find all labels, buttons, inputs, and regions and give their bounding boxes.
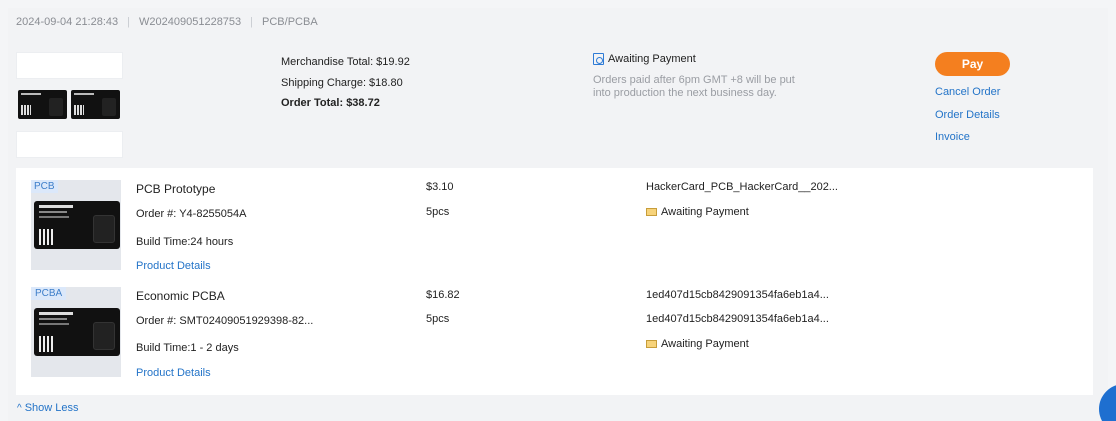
item-price: $3.10: [426, 181, 454, 193]
item-file-name: HackerCard_PCB_HackerCard__202...: [646, 181, 838, 193]
envelope-icon: [646, 208, 657, 216]
order-thumbnails[interactable]: [16, 52, 123, 158]
invoice-link[interactable]: Invoice: [935, 130, 1015, 144]
show-less-label: Show Less: [24, 402, 79, 414]
envelope-icon: [646, 340, 657, 348]
product-details-link[interactable]: Product Details: [136, 260, 211, 272]
order-status: Awaiting Payment Orders paid after 6pm G…: [593, 52, 798, 100]
pcb-thumbnail: [18, 90, 67, 119]
production-note: Orders paid after 6pm GMT +8 will be put…: [593, 74, 795, 99]
item-type-badge: PCBA: [31, 287, 67, 300]
item-file-name-secondary: 1ed407d15cb8429091354fa6eb1a4...: [646, 313, 829, 325]
item-status: Awaiting Payment: [646, 338, 749, 350]
item-order-number: Order #: Y4-8255054A: [136, 208, 247, 220]
order-number: W202409051228753: [139, 16, 242, 28]
order-header: 2024-09-04 21:28:43 | W202409051228753 |…: [16, 15, 318, 29]
item-status-label: Awaiting Payment: [661, 206, 749, 218]
item-build-time: Build Time:1 - 2 days: [136, 342, 239, 354]
shipping-charge: Shipping Charge: $18.80: [281, 76, 403, 89]
status-label: Awaiting Payment: [608, 53, 696, 65]
order-datetime: 2024-09-04 21:28:43: [16, 16, 119, 28]
cancel-order-link[interactable]: Cancel Order: [935, 85, 1015, 99]
item-thumbnail[interactable]: PCBA: [31, 287, 121, 377]
item-type-badge: PCB: [31, 180, 58, 193]
pcba-thumbnail: [71, 90, 120, 119]
item-price: $16.82: [426, 289, 460, 301]
item-quantity: 5pcs: [426, 206, 450, 218]
order-actions: Pay Cancel Order Order Details Invoice: [935, 52, 1015, 153]
awaiting-payment-icon: [593, 53, 604, 65]
order-details-link[interactable]: Order Details: [935, 108, 1015, 122]
order-items: PCB PCB Prototype Order #: Y4-8255054A B…: [16, 168, 1093, 395]
thumbnail-placeholder: [16, 131, 123, 158]
divider: |: [250, 16, 254, 28]
pcb-image: [34, 201, 120, 249]
pay-button[interactable]: Pay: [935, 52, 1010, 76]
pcba-image: [34, 308, 120, 356]
item-thumbnail[interactable]: PCB: [31, 180, 121, 270]
item-file-name: 1ed407d15cb8429091354fa6eb1a4...: [646, 289, 829, 301]
item-build-time: Build Time:24 hours: [136, 236, 234, 248]
item-status-label: Awaiting Payment: [661, 338, 749, 350]
order-totals: Merchandise Total: $19.92 Shipping Charg…: [281, 52, 410, 114]
item-quantity: 5pcs: [426, 313, 450, 325]
item-status: Awaiting Payment: [646, 206, 749, 218]
chevron-up-icon: ^: [17, 402, 22, 414]
order-total: Order Total: $38.72: [281, 97, 380, 109]
merchandise-total: Merchandise Total: $19.92: [281, 56, 410, 68]
show-less-toggle[interactable]: ^ Show Less: [17, 402, 79, 414]
item-order-number: Order #: SMT02409051929398-82...: [136, 315, 314, 327]
order-category: PCB/PCBA: [262, 16, 318, 28]
item-name: Economic PCBA: [136, 289, 225, 303]
product-details-link[interactable]: Product Details: [136, 367, 211, 379]
item-name: PCB Prototype: [136, 182, 216, 196]
divider: |: [127, 16, 131, 28]
thumbnail-placeholder: [16, 52, 123, 79]
